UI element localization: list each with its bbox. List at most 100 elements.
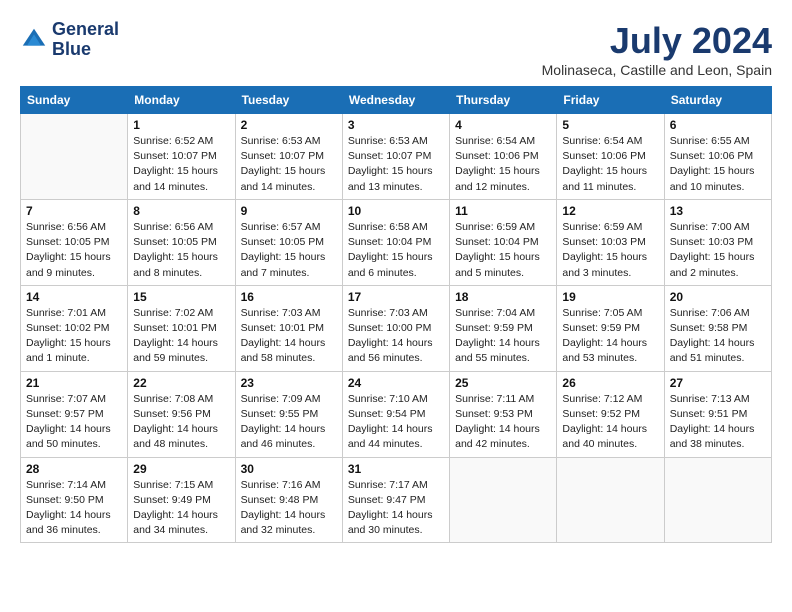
- day-number: 25: [455, 376, 551, 390]
- day-number: 16: [241, 290, 337, 304]
- day-number: 24: [348, 376, 444, 390]
- day-info: Sunrise: 6:58 AMSunset: 10:04 PMDaylight…: [348, 220, 444, 281]
- calendar-cell: 20Sunrise: 7:06 AMSunset: 9:58 PMDayligh…: [664, 285, 771, 371]
- week-row-3: 14 Sunrise: 7:01 AMSunset: 10:02 PMDaylig…: [21, 285, 772, 371]
- day-number: 5: [562, 118, 658, 132]
- day-number: 9: [241, 204, 337, 218]
- day-number: 4: [455, 118, 551, 132]
- day-info: Sunrise: 7:01 AMSunset: 10:02 PMDaylight…: [26, 306, 122, 367]
- day-info: Sunrise: 7:10 AMSunset: 9:54 PMDaylight:…: [348, 392, 444, 453]
- calendar-cell: [557, 457, 664, 543]
- day-info: Sunrise: 7:09 AMSunset: 9:55 PMDaylight:…: [241, 392, 337, 453]
- day-number: 18: [455, 290, 551, 304]
- day-info: Sunrise: 7:00 AMSunset: 10:03 PMDaylight…: [670, 220, 766, 281]
- day-info: Sunrise: 7:04 AMSunset: 9:59 PMDaylight:…: [455, 306, 551, 367]
- day-number: 21: [26, 376, 122, 390]
- calendar-cell: 3Sunrise: 6:53 AMSunset: 10:07 PMDayligh…: [342, 114, 449, 200]
- calendar-cell: 28 Sunrise: 7:14 AMSunset: 9:50 PMDayligh…: [21, 457, 128, 543]
- calendar-cell: 10 Sunrise: 6:58 AMSunset: 10:04 PMDaylig…: [342, 199, 449, 285]
- week-row-2: 7 Sunrise: 6:56 AMSunset: 10:05 PMDayligh…: [21, 199, 772, 285]
- calendar-cell: 16Sunrise: 7:03 AMSunset: 10:01 PMDaylig…: [235, 285, 342, 371]
- week-row-1: 1 Sunrise: 6:52 AMSunset: 10:07 PMDayligh…: [21, 114, 772, 200]
- weekday-header-thursday: Thursday: [450, 87, 557, 114]
- calendar-cell: 12 Sunrise: 6:59 AMSunset: 10:03 PMDaylig…: [557, 199, 664, 285]
- day-number: 22: [133, 376, 229, 390]
- day-number: 2: [241, 118, 337, 132]
- location-title: Molinaseca, Castille and Leon, Spain: [542, 62, 772, 78]
- day-info: Sunrise: 6:57 AMSunset: 10:05 PMDaylight…: [241, 220, 337, 281]
- day-info: Sunrise: 6:56 AMSunset: 10:05 PMDaylight…: [26, 220, 122, 281]
- day-number: 14: [26, 290, 122, 304]
- day-number: 7: [26, 204, 122, 218]
- day-info: Sunrise: 6:59 AMSunset: 10:04 PMDaylight…: [455, 220, 551, 281]
- calendar-cell: 31 Sunrise: 7:17 AMSunset: 9:47 PMDayligh…: [342, 457, 449, 543]
- day-info: Sunrise: 7:13 AMSunset: 9:51 PMDaylight:…: [670, 392, 766, 453]
- day-info: Sunrise: 6:52 AMSunset: 10:07 PMDaylight…: [133, 134, 229, 195]
- calendar-cell: [664, 457, 771, 543]
- week-row-4: 21 Sunrise: 7:07 AMSunset: 9:57 PMDayligh…: [21, 371, 772, 457]
- day-number: 13: [670, 204, 766, 218]
- day-info: Sunrise: 6:55 AMSunset: 10:06 PMDaylight…: [670, 134, 766, 195]
- calendar-cell: 29 Sunrise: 7:15 AMSunset: 9:49 PMDayligh…: [128, 457, 235, 543]
- day-info: Sunrise: 6:59 AMSunset: 10:03 PMDaylight…: [562, 220, 658, 281]
- day-info: Sunrise: 7:14 AMSunset: 9:50 PMDaylight:…: [26, 478, 122, 539]
- page-header: General Blue July 2024 Molinaseca, Casti…: [20, 20, 772, 78]
- calendar-cell: 2 Sunrise: 6:53 AMSunset: 10:07 PMDayligh…: [235, 114, 342, 200]
- day-info: Sunrise: 7:06 AMSunset: 9:58 PMDaylight:…: [670, 306, 766, 367]
- day-info: Sunrise: 7:08 AMSunset: 9:56 PMDaylight:…: [133, 392, 229, 453]
- logo-text: General Blue: [52, 20, 119, 60]
- calendar-cell: 7 Sunrise: 6:56 AMSunset: 10:05 PMDayligh…: [21, 199, 128, 285]
- weekday-header-monday: Monday: [128, 87, 235, 114]
- day-number: 3: [348, 118, 444, 132]
- calendar-cell: 24 Sunrise: 7:10 AMSunset: 9:54 PMDayligh…: [342, 371, 449, 457]
- day-number: 29: [133, 462, 229, 476]
- calendar-cell: 22 Sunrise: 7:08 AMSunset: 9:56 PMDayligh…: [128, 371, 235, 457]
- calendar-cell: 30Sunrise: 7:16 AMSunset: 9:48 PMDayligh…: [235, 457, 342, 543]
- day-info: Sunrise: 6:53 AMSunset: 10:07 PMDaylight…: [241, 134, 337, 195]
- title-block: July 2024 Molinaseca, Castille and Leon,…: [542, 20, 772, 78]
- day-number: 17: [348, 290, 444, 304]
- day-number: 19: [562, 290, 658, 304]
- weekday-header-friday: Friday: [557, 87, 664, 114]
- day-number: 1: [133, 118, 229, 132]
- day-number: 15: [133, 290, 229, 304]
- calendar-cell: 1 Sunrise: 6:52 AMSunset: 10:07 PMDayligh…: [128, 114, 235, 200]
- calendar-cell: 25 Sunrise: 7:11 AMSunset: 9:53 PMDayligh…: [450, 371, 557, 457]
- calendar-cell: 4 Sunrise: 6:54 AMSunset: 10:06 PMDayligh…: [450, 114, 557, 200]
- day-info: Sunrise: 7:17 AMSunset: 9:47 PMDaylight:…: [348, 478, 444, 539]
- calendar-table: SundayMondayTuesdayWednesdayThursdayFrid…: [20, 86, 772, 543]
- day-number: 12: [562, 204, 658, 218]
- calendar-cell: 18 Sunrise: 7:04 AMSunset: 9:59 PMDayligh…: [450, 285, 557, 371]
- day-number: 6: [670, 118, 766, 132]
- day-number: 31: [348, 462, 444, 476]
- day-number: 30: [241, 462, 337, 476]
- calendar-cell: 5 Sunrise: 6:54 AMSunset: 10:06 PMDayligh…: [557, 114, 664, 200]
- weekday-header-tuesday: Tuesday: [235, 87, 342, 114]
- calendar-cell: 27 Sunrise: 7:13 AMSunset: 9:51 PMDayligh…: [664, 371, 771, 457]
- calendar-cell: 26Sunrise: 7:12 AMSunset: 9:52 PMDayligh…: [557, 371, 664, 457]
- day-number: 10: [348, 204, 444, 218]
- week-row-5: 28 Sunrise: 7:14 AMSunset: 9:50 PMDayligh…: [21, 457, 772, 543]
- calendar-cell: 11Sunrise: 6:59 AMSunset: 10:04 PMDaylig…: [450, 199, 557, 285]
- day-info: Sunrise: 7:07 AMSunset: 9:57 PMDaylight:…: [26, 392, 122, 453]
- day-info: Sunrise: 7:11 AMSunset: 9:53 PMDaylight:…: [455, 392, 551, 453]
- calendar-cell: [450, 457, 557, 543]
- calendar-cell: 9 Sunrise: 6:57 AMSunset: 10:05 PMDayligh…: [235, 199, 342, 285]
- day-info: Sunrise: 6:54 AMSunset: 10:06 PMDaylight…: [562, 134, 658, 195]
- logo: General Blue: [20, 20, 119, 60]
- calendar-cell: [21, 114, 128, 200]
- day-info: Sunrise: 7:15 AMSunset: 9:49 PMDaylight:…: [133, 478, 229, 539]
- calendar-cell: 17 Sunrise: 7:03 AMSunset: 10:00 PMDaylig…: [342, 285, 449, 371]
- day-number: 27: [670, 376, 766, 390]
- calendar-cell: 19Sunrise: 7:05 AMSunset: 9:59 PMDayligh…: [557, 285, 664, 371]
- day-info: Sunrise: 7:03 AMSunset: 10:00 PMDaylight…: [348, 306, 444, 367]
- calendar-cell: 14 Sunrise: 7:01 AMSunset: 10:02 PMDaylig…: [21, 285, 128, 371]
- day-info: Sunrise: 6:56 AMSunset: 10:05 PMDaylight…: [133, 220, 229, 281]
- day-number: 28: [26, 462, 122, 476]
- calendar-cell: 21 Sunrise: 7:07 AMSunset: 9:57 PMDayligh…: [21, 371, 128, 457]
- day-number: 26: [562, 376, 658, 390]
- calendar-cell: 15Sunrise: 7:02 AMSunset: 10:01 PMDaylig…: [128, 285, 235, 371]
- day-number: 23: [241, 376, 337, 390]
- weekday-header-row: SundayMondayTuesdayWednesdayThursdayFrid…: [21, 87, 772, 114]
- day-info: Sunrise: 6:54 AMSunset: 10:06 PMDaylight…: [455, 134, 551, 195]
